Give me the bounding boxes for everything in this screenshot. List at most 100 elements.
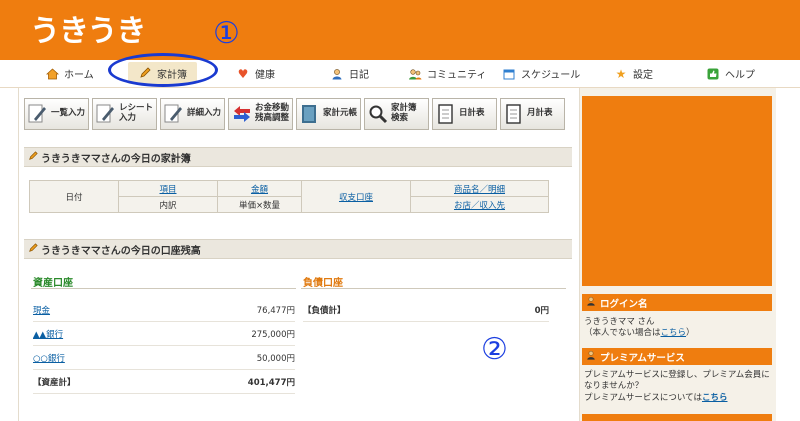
shop-header-cell: お店／収入先 <box>410 196 549 213</box>
account-row: 現金 76,477円 <box>33 298 295 322</box>
product-header-cell: 商品名／明細 <box>410 180 549 197</box>
login-name: うきうきママ さん <box>584 317 655 327</box>
today-kakeibo-heading: うきうきママさんの今日の家計簿 <box>24 147 572 167</box>
login-switch-link[interactable]: こちら <box>661 328 687 338</box>
calendar-icon <box>502 67 516 81</box>
today-kakeibo-table: 日付 項目 金額 収支口座 商品名／明細 内訳 単価×数量 お店／収入先 <box>29 180 549 213</box>
right-sidebar: ログイン名 うきうきママ さん （本人でない場合はこちら） プレミアムサービス … <box>580 88 776 421</box>
detail-input-label: 詳細入力 <box>187 108 222 119</box>
account-sort-link[interactable]: 収支口座 <box>339 193 373 203</box>
debts-divider <box>301 288 566 289</box>
transfer-adjust-label: お金移動 残高調整 <box>255 103 290 123</box>
detail-input-button[interactable]: 詳細入力 <box>160 98 225 130</box>
amount-header-cell: 金額 <box>217 180 302 197</box>
nav-health[interactable]: ♥ 健康 <box>236 60 275 87</box>
daily-report-button[interactable]: 日計表 <box>432 98 497 130</box>
debts-total-value: 0円 <box>534 305 549 316</box>
nav-community[interactable]: コミュニティ <box>408 60 486 87</box>
login-note-text: （本人でない場合は <box>584 328 661 339</box>
nav-settings[interactable]: ★ 設定 <box>614 60 653 87</box>
list-input-button[interactable]: 一覧入力 <box>24 98 89 130</box>
heart-icon: ♥ <box>237 66 249 81</box>
account-row: ▲▲銀行 275,000円 <box>33 322 295 346</box>
account-link-bank-a[interactable]: ▲▲銀行 <box>33 328 63 340</box>
login-title: ログイン名 <box>600 298 648 310</box>
today-balance-title: うきうきママさんの今日の口座残高 <box>41 245 201 257</box>
magnifier-icon <box>368 103 388 125</box>
assets-title: 資産口座 <box>33 278 73 289</box>
shop-sort-link[interactable]: お店／収入先 <box>454 201 505 211</box>
account-link-cash[interactable]: 現金 <box>33 304 50 316</box>
home-icon <box>45 67 59 81</box>
pen-doc-icon <box>28 103 48 125</box>
nav-help[interactable]: ヘルプ <box>706 60 755 87</box>
account-value: 76,477円 <box>256 305 295 316</box>
main-content: 一覧入力 レシート入力 詳細入力 お金移動 残高調整 家計元帳 家計簿 検索 日… <box>18 88 580 421</box>
assets-total-value: 401,477円 <box>247 377 295 388</box>
annotation-one: ① <box>213 16 240 51</box>
account-value: 275,000円 <box>251 329 295 340</box>
nav-home[interactable]: ホーム <box>45 60 94 87</box>
sidebar-next-heading <box>582 414 772 421</box>
premium-info: プレミアムサービスに登録し、プレミアム会員になりませんか？ プレミアムサービスに… <box>584 370 770 404</box>
ledger-label: 家計元帳 <box>323 108 358 119</box>
person-icon <box>586 296 596 309</box>
receipt-input-button[interactable]: レシート入力 <box>92 98 157 130</box>
unit-header: 単価×数量 <box>217 196 302 213</box>
kakeibo-toolbar: 一覧入力 レシート入力 詳細入力 お金移動 残高調整 家計元帳 家計簿 検索 日… <box>24 98 565 130</box>
login-info: うきうきママ さん （本人でない場合はこちら） <box>584 317 770 340</box>
transfer-adjust-button[interactable]: お金移動 残高調整 <box>228 98 293 130</box>
daily-report-label: 日計表 <box>459 108 485 119</box>
premium-more-link[interactable]: こちら <box>702 393 728 403</box>
people-icon <box>408 67 422 81</box>
monthly-report-button[interactable]: 月計表 <box>500 98 565 130</box>
today-balance-heading: うきうきママさんの今日の口座残高 <box>24 239 572 259</box>
pencil-icon <box>28 242 38 256</box>
star-icon: ★ <box>615 66 627 81</box>
annotation-two: ② <box>481 332 508 367</box>
nav-settings-label: 設定 <box>633 70 653 81</box>
account-header-cell: 収支口座 <box>301 180 411 213</box>
premium-text: プレミアムサービスに登録し、プレミアム会員になりませんか？ <box>584 370 770 392</box>
header-bar: うきうき <box>0 0 800 60</box>
monthly-report-label: 月計表 <box>527 108 553 119</box>
debts-total-row: 【負債計】 0円 <box>303 298 549 322</box>
login-note-end: ） <box>686 328 695 339</box>
assets-total-label: 【資産計】 <box>33 377 76 388</box>
account-link-bank-b[interactable]: ○○銀行 <box>33 352 65 364</box>
person-icon <box>586 350 596 363</box>
assets-divider <box>31 288 296 289</box>
premium-more-text: プレミアムサービスについては <box>584 392 702 403</box>
nav-schedule-label: スケジュール <box>521 70 581 81</box>
account-value: 50,000円 <box>256 353 295 364</box>
receipt-input-label: レシート入力 <box>119 103 154 123</box>
search-button[interactable]: 家計簿 検索 <box>364 98 429 130</box>
search-label: 家計簿 検索 <box>391 103 417 123</box>
list-input-label: 一覧入力 <box>51 108 86 119</box>
ledger-button[interactable]: 家計元帳 <box>296 98 361 130</box>
product-sort-link[interactable]: 商品名／明細 <box>454 185 505 195</box>
person-icon <box>330 67 344 81</box>
premium-more: プレミアムサービスについてはこちら <box>584 393 770 404</box>
item-header-cell: 項目 <box>118 180 218 197</box>
binder-icon <box>300 103 320 125</box>
arrows-icon <box>232 103 252 125</box>
nav-diary-label: 日記 <box>349 70 369 81</box>
nav-diary[interactable]: 日記 <box>330 60 369 87</box>
assets-total-row: 【資産計】 401,477円 <box>33 370 295 394</box>
premium-heading: プレミアムサービス <box>582 348 772 365</box>
site-logo[interactable]: うきうき <box>30 6 146 50</box>
amount-sort-link[interactable]: 金額 <box>251 185 268 195</box>
pencil-icon <box>28 150 38 164</box>
nav-schedule[interactable]: スケジュール <box>502 60 580 87</box>
pen-doc-icon <box>96 103 116 125</box>
nav-help-label: ヘルプ <box>725 70 755 81</box>
account-row: ○○銀行 50,000円 <box>33 346 295 370</box>
sheet-icon <box>436 103 456 125</box>
nav-health-label: 健康 <box>255 70 275 81</box>
detail-header: 内訳 <box>118 196 218 213</box>
annotation-ellipse <box>108 53 218 87</box>
thumb-icon <box>706 67 720 81</box>
item-sort-link[interactable]: 項目 <box>159 185 176 195</box>
nav-home-label: ホーム <box>64 70 94 81</box>
